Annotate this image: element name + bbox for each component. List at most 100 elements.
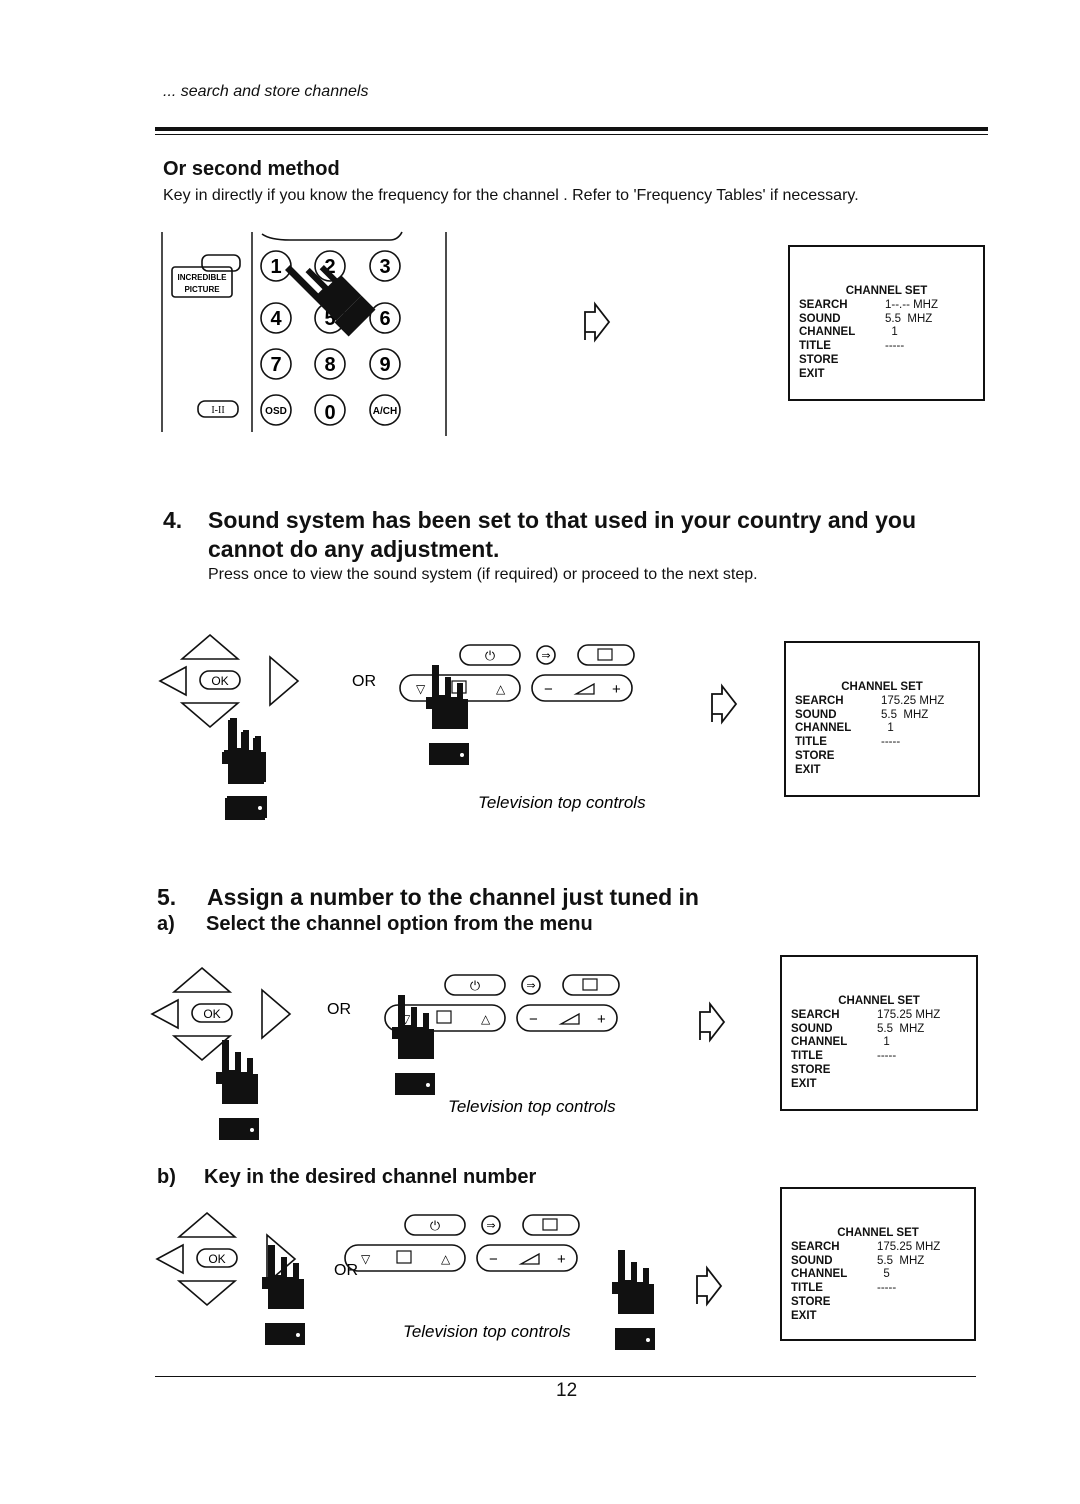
cursor-pad: OK [158, 633, 300, 729]
av-button [562, 974, 620, 996]
digit-button-7: 7 [260, 348, 292, 380]
remote-button: 0 [314, 394, 346, 426]
button-shape [201, 254, 241, 272]
manual-page: ... search and store channels Or second … [0, 0, 1080, 1504]
down-arrow-button [171, 1035, 233, 1062]
arrow-shape [711, 683, 738, 725]
hand-shape [224, 718, 266, 782]
digit-button-8: 8 [314, 348, 346, 380]
right-arrow-button [269, 655, 300, 707]
av-button [577, 644, 635, 666]
source-icon: ⇒ [541, 650, 550, 662]
volume-icon [518, 1252, 540, 1265]
volume-icon [573, 682, 595, 695]
button-label: A/CH [373, 406, 397, 417]
tv-controls-caption: Television top controls [403, 1322, 571, 1341]
cuff-button [296, 1333, 300, 1337]
left-arrow-button [150, 998, 179, 1030]
volume-minus-icon: − [544, 681, 553, 698]
button-label: 3 [379, 256, 390, 278]
button-label: 6 [379, 308, 390, 330]
volume-icon [558, 1012, 580, 1025]
tv-controls-caption: Television top controls [478, 793, 646, 812]
remote-button: OSD [260, 394, 292, 426]
volume-minus-icon: − [529, 1011, 538, 1028]
button-label: 7 [270, 354, 281, 376]
ok-label: OK [208, 1252, 225, 1266]
next-arrow-icon [584, 301, 611, 343]
down-arrow-button [176, 1280, 238, 1307]
av-icon [542, 1218, 558, 1231]
arrow-shape [696, 1265, 723, 1307]
pointing-hand-icon [262, 1245, 305, 1345]
remote-outline-top [261, 231, 403, 241]
up-arrow-button [179, 633, 241, 660]
or-label: OR [327, 1001, 351, 1018]
next-arrow-icon [699, 1001, 726, 1043]
cuff-button [250, 1128, 254, 1132]
button-label: OSD [265, 406, 287, 417]
tv-top-controls: ⏻ ⇒▽ △ − + [384, 974, 620, 1032]
arrow-shape [584, 301, 611, 343]
av-icon [582, 978, 598, 991]
left-arrow-button [155, 1243, 184, 1275]
cuff-button [258, 806, 262, 810]
pointing-hand-icon [392, 995, 435, 1095]
illustrations: INCREDIBLEPICTUREI-II1 2 34 5 67 8 9OSD 0 A/CHOK… [150, 231, 738, 1350]
av-button [522, 1214, 580, 1236]
pointing-hand-icon [216, 1040, 259, 1140]
digit-button-9: 9 [369, 348, 401, 380]
button-label: 9 [379, 354, 390, 376]
tv-controls-caption: Television top controls [448, 1097, 616, 1116]
arrow-shape [699, 1001, 726, 1043]
cuff-button [426, 1083, 430, 1087]
up-arrow-button [176, 1211, 238, 1238]
or-label: OR [352, 673, 376, 690]
volume-minus-icon: − [489, 1251, 498, 1268]
av-icon [597, 648, 613, 661]
volume-plus-icon: + [557, 1251, 566, 1268]
program-up-icon: △ [496, 682, 506, 696]
button-label: INCREDIBLE [178, 273, 228, 282]
left-arrow-button [158, 665, 187, 697]
hand-shape [612, 1250, 654, 1314]
button-label: 4 [270, 308, 282, 330]
button-label: 8 [324, 354, 335, 376]
volume-plus-icon: + [612, 681, 621, 698]
digit-button-1: 1 [260, 250, 292, 282]
program-down-icon: ▽ [361, 1252, 371, 1266]
source-icon: ⇒ [486, 1220, 495, 1232]
power-icon: ⏻ [430, 1218, 440, 1233]
right-arrow-button [261, 988, 292, 1040]
cursor-pad: OK [150, 966, 292, 1062]
digit-button-3: 3 [369, 250, 401, 282]
button-label: 1 [270, 256, 281, 278]
ok-label: OK [203, 1007, 220, 1021]
hand-shape [262, 1245, 304, 1309]
ok-label: OK [211, 674, 228, 688]
menu-icon [436, 1010, 452, 1024]
tv-top-controls: ⏻ ⇒▽ △ − + [344, 1214, 580, 1272]
cuff-button [646, 1338, 650, 1342]
program-up-icon: △ [481, 1012, 491, 1026]
program-down-icon: ▽ [416, 682, 426, 696]
power-icon: ⏻ [470, 978, 480, 993]
power-icon: ⏻ [485, 648, 495, 663]
volume-plus-icon: + [597, 1011, 606, 1028]
incredible-picture-button: INCREDIBLE PICTURE [171, 254, 241, 298]
remote-button: A/CH [369, 394, 401, 426]
sound-mode-button: I-II [197, 400, 239, 418]
button-label: PICTURE [184, 285, 220, 294]
source-icon: ⇒ [526, 980, 535, 992]
next-arrow-icon [696, 1265, 723, 1307]
pointing-hand-icon [224, 718, 267, 818]
hand-shape [216, 1040, 258, 1104]
digit-button-4: 4 [260, 302, 292, 334]
digit-button-6: 6 [369, 302, 401, 334]
next-arrow-icon [711, 683, 738, 725]
pointing-hand-icon [426, 665, 469, 765]
button-label: 0 [324, 402, 335, 424]
button-label: I-II [211, 405, 224, 416]
cuff-button [460, 753, 464, 757]
up-arrow-button [171, 966, 233, 993]
